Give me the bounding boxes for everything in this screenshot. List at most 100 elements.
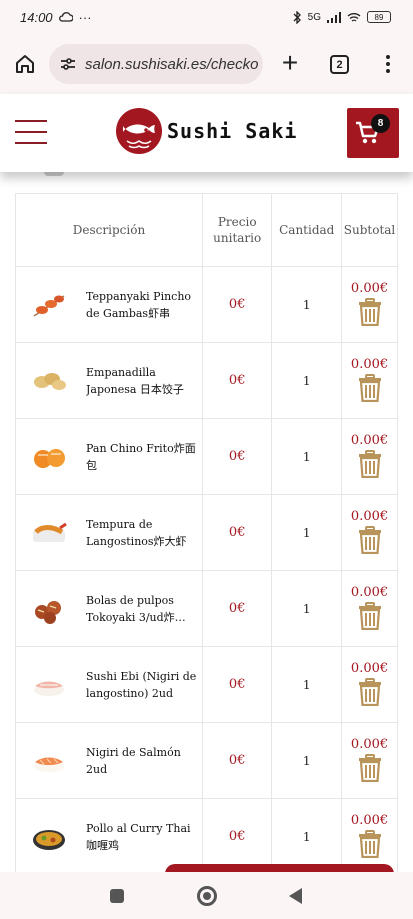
takoyaki-icon[interactable] [30, 590, 68, 628]
table-row: Pan Chino Frito炸面包 0€ 1 0.00€ [15, 418, 398, 495]
product-cell: Empanadilla Japonesa 日本饺子 [15, 342, 203, 419]
subtotal-cell: 0.00€ [341, 342, 398, 419]
trash-icon[interactable] [358, 754, 382, 782]
quantity-value: 1 [271, 494, 343, 571]
cart-count-badge: 8 [371, 114, 390, 133]
table-row: Teppanyaki Pincho de Gambas虾串 0€ 1 0.00€ [15, 266, 398, 343]
product-name[interactable]: Nigiri de Salmón 2ud [86, 744, 201, 778]
trash-icon[interactable] [358, 830, 382, 858]
product-cell: Teppanyaki Pincho de Gambas虾串 [15, 266, 203, 343]
tab-switcher-button[interactable]: 2 [330, 55, 349, 74]
recents-icon[interactable] [110, 889, 124, 903]
trash-icon[interactable] [358, 526, 382, 554]
column-unit-price-line2: unitario [213, 231, 262, 245]
subtotal-value: 0.00€ [350, 585, 389, 600]
product-cell: Pollo al Curry Thai 咖喱鸡 [15, 798, 203, 872]
quantity-value: 1 [271, 722, 343, 799]
quantity-value: 1 [271, 342, 343, 419]
trash-icon[interactable] [358, 450, 382, 478]
remove-item-button[interactable] [342, 754, 397, 782]
browser-toolbar: salon.sushisaki.es/checko + 2 [0, 34, 413, 94]
quantity-value: 1 [271, 646, 343, 723]
product-name[interactable]: Empanadilla Japonesa 日本饺子 [86, 364, 201, 398]
back-icon[interactable] [289, 888, 302, 904]
remove-item-button[interactable] [342, 374, 397, 402]
trash-icon[interactable] [358, 602, 382, 630]
product-cell: Sushi Ebi (Nigiri de langostino) 2ud [15, 646, 203, 723]
site-logo[interactable]: Sushi Saki [115, 107, 297, 155]
status-bar: 14:00 ··· 5G 89 [0, 0, 413, 34]
site-header: Sushi Saki 8 [0, 94, 413, 172]
brand-name: Sushi Saki [167, 119, 298, 143]
curry-icon[interactable] [30, 818, 68, 856]
table-row: Nigiri de Salmón 2ud 0€ 1 0.00€ [15, 722, 398, 799]
nigiri-salmon-icon[interactable] [30, 742, 68, 780]
unit-price: 0€ [201, 798, 273, 872]
wifi-icon [347, 12, 361, 22]
site-settings-icon[interactable] [59, 55, 77, 73]
table-header-row: Descripción Precio unitario Cantidad Sub… [15, 193, 398, 267]
product-cell: Nigiri de Salmón 2ud [15, 722, 203, 799]
product-name[interactable]: Sushi Ebi (Nigiri de langostino) 2ud [86, 668, 201, 702]
new-tab-plus-icon[interactable]: + [278, 49, 302, 78]
subtotal-value: 0.00€ [350, 433, 389, 448]
tab-count: 2 [336, 58, 343, 71]
tempura-icon[interactable] [30, 514, 68, 552]
url-text[interactable]: salon.sushisaki.es/checko [85, 56, 258, 73]
quantity-value: 1 [271, 266, 343, 343]
home-icon[interactable] [13, 52, 37, 76]
battery-level: 89 [374, 12, 384, 22]
fried-bun-icon[interactable] [30, 438, 68, 476]
browser-menu-icon[interactable] [380, 52, 396, 76]
trash-icon[interactable] [358, 298, 382, 326]
table-row: Tempura de Langostinos炸大虾 0€ 1 0.00€ [15, 494, 398, 571]
subtotal-cell: 0.00€ [341, 494, 398, 571]
subtotal-value: 0.00€ [350, 813, 389, 828]
subtotal-value: 0.00€ [350, 509, 389, 524]
subtotal-value: 0.00€ [350, 281, 389, 296]
cloud-icon [58, 12, 73, 22]
table-row: Sushi Ebi (Nigiri de langostino) 2ud 0€ 1 0… [15, 646, 398, 723]
sushi-saki-logo-icon [116, 108, 162, 154]
signal-icon [327, 11, 341, 23]
product-cell: Bolas de pulpos Tokoyaki 3/ud炸… [15, 570, 203, 647]
subtotal-value: 0.00€ [350, 661, 389, 676]
remove-item-button[interactable] [342, 450, 397, 478]
bluetooth-icon [293, 10, 301, 24]
unit-price: 0€ [201, 342, 273, 419]
battery-icon: 89 [367, 11, 391, 23]
subtotal-cell: 0.00€ [341, 570, 398, 647]
remove-item-button[interactable] [342, 678, 397, 706]
unit-price: 0€ [201, 646, 273, 723]
product-name[interactable]: Tempura de Langostinos炸大虾 [86, 516, 201, 550]
product-name[interactable]: Pollo al Curry Thai 咖喱鸡 [86, 820, 201, 854]
hamburger-menu-icon[interactable] [15, 120, 47, 144]
home-nav-icon[interactable] [197, 886, 217, 906]
remove-item-button[interactable] [342, 526, 397, 554]
product-name[interactable]: Pan Chino Frito炸面包 [86, 440, 201, 474]
unit-price: 0€ [201, 494, 273, 571]
subtotal-cell: 0.00€ [341, 418, 398, 495]
remove-item-button[interactable] [342, 602, 397, 630]
trash-icon[interactable] [358, 374, 382, 402]
subtotal-value: 0.00€ [350, 357, 389, 372]
unit-price: 0€ [201, 418, 273, 495]
column-description: Descripción [15, 193, 203, 267]
gyoza-icon[interactable] [30, 362, 68, 400]
status-time: 14:00 [20, 9, 53, 25]
trash-icon[interactable] [358, 678, 382, 706]
subtotal-value: 0.00€ [350, 737, 389, 752]
quantity-value: 1 [271, 798, 343, 872]
table-row: Bolas de pulpos Tokoyaki 3/ud炸… 0€ 1 0.00€ [15, 570, 398, 647]
table-row: Empanadilla Japonesa 日本饺子 0€ 1 0.00€ [15, 342, 398, 419]
product-name[interactable]: Teppanyaki Pincho de Gambas虾串 [86, 288, 201, 322]
cart-button[interactable]: 8 [347, 108, 399, 158]
remove-item-button[interactable] [342, 830, 397, 858]
subtotal-cell: 0.00€ [341, 266, 398, 343]
address-bar[interactable]: salon.sushisaki.es/checko [49, 44, 263, 84]
skewer-icon[interactable] [30, 286, 68, 324]
product-name[interactable]: Bolas de pulpos Tokoyaki 3/ud炸… [86, 592, 201, 626]
cart-table: Descripción Precio unitario Cantidad Sub… [15, 193, 398, 872]
nigiri-ebi-icon[interactable] [30, 666, 68, 704]
remove-item-button[interactable] [342, 298, 397, 326]
